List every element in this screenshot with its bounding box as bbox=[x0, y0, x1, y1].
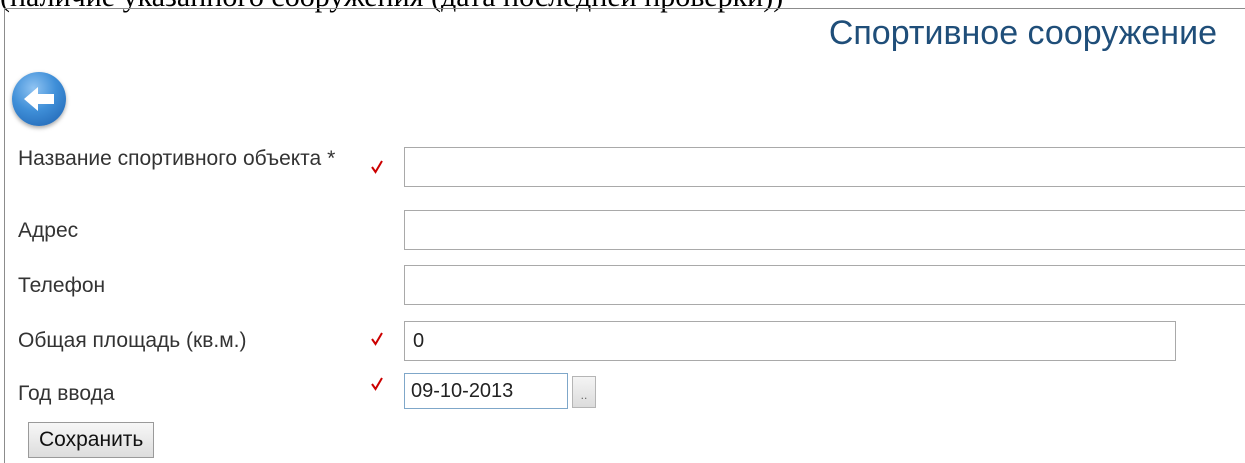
area-input[interactable] bbox=[404, 321, 1176, 361]
name-input[interactable] bbox=[404, 147, 1245, 187]
name-label: Название спортивного объекта * bbox=[18, 147, 336, 170]
year-date-input[interactable] bbox=[404, 373, 568, 409]
area-label: Общая площадь (кв.м.) bbox=[18, 329, 247, 352]
year-label: Год ввода bbox=[18, 382, 115, 405]
address-label: Адрес bbox=[18, 219, 79, 242]
phone-label: Телефон bbox=[18, 274, 106, 297]
address-input[interactable] bbox=[404, 210, 1245, 250]
save-button[interactable]: Сохранить bbox=[28, 422, 155, 458]
check-mark-icon bbox=[371, 377, 383, 391]
check-mark-icon bbox=[371, 160, 383, 174]
page: (наличие указанного сооружения (дата пос… bbox=[0, 0, 1245, 463]
phone-input[interactable] bbox=[404, 265, 1245, 305]
date-picker-button[interactable]: .. bbox=[572, 376, 596, 408]
arrow-left-icon bbox=[24, 87, 54, 111]
check-mark-icon bbox=[371, 332, 383, 346]
back-button[interactable] bbox=[12, 72, 66, 126]
page-title: Спортивное сооружение bbox=[828, 14, 1217, 52]
